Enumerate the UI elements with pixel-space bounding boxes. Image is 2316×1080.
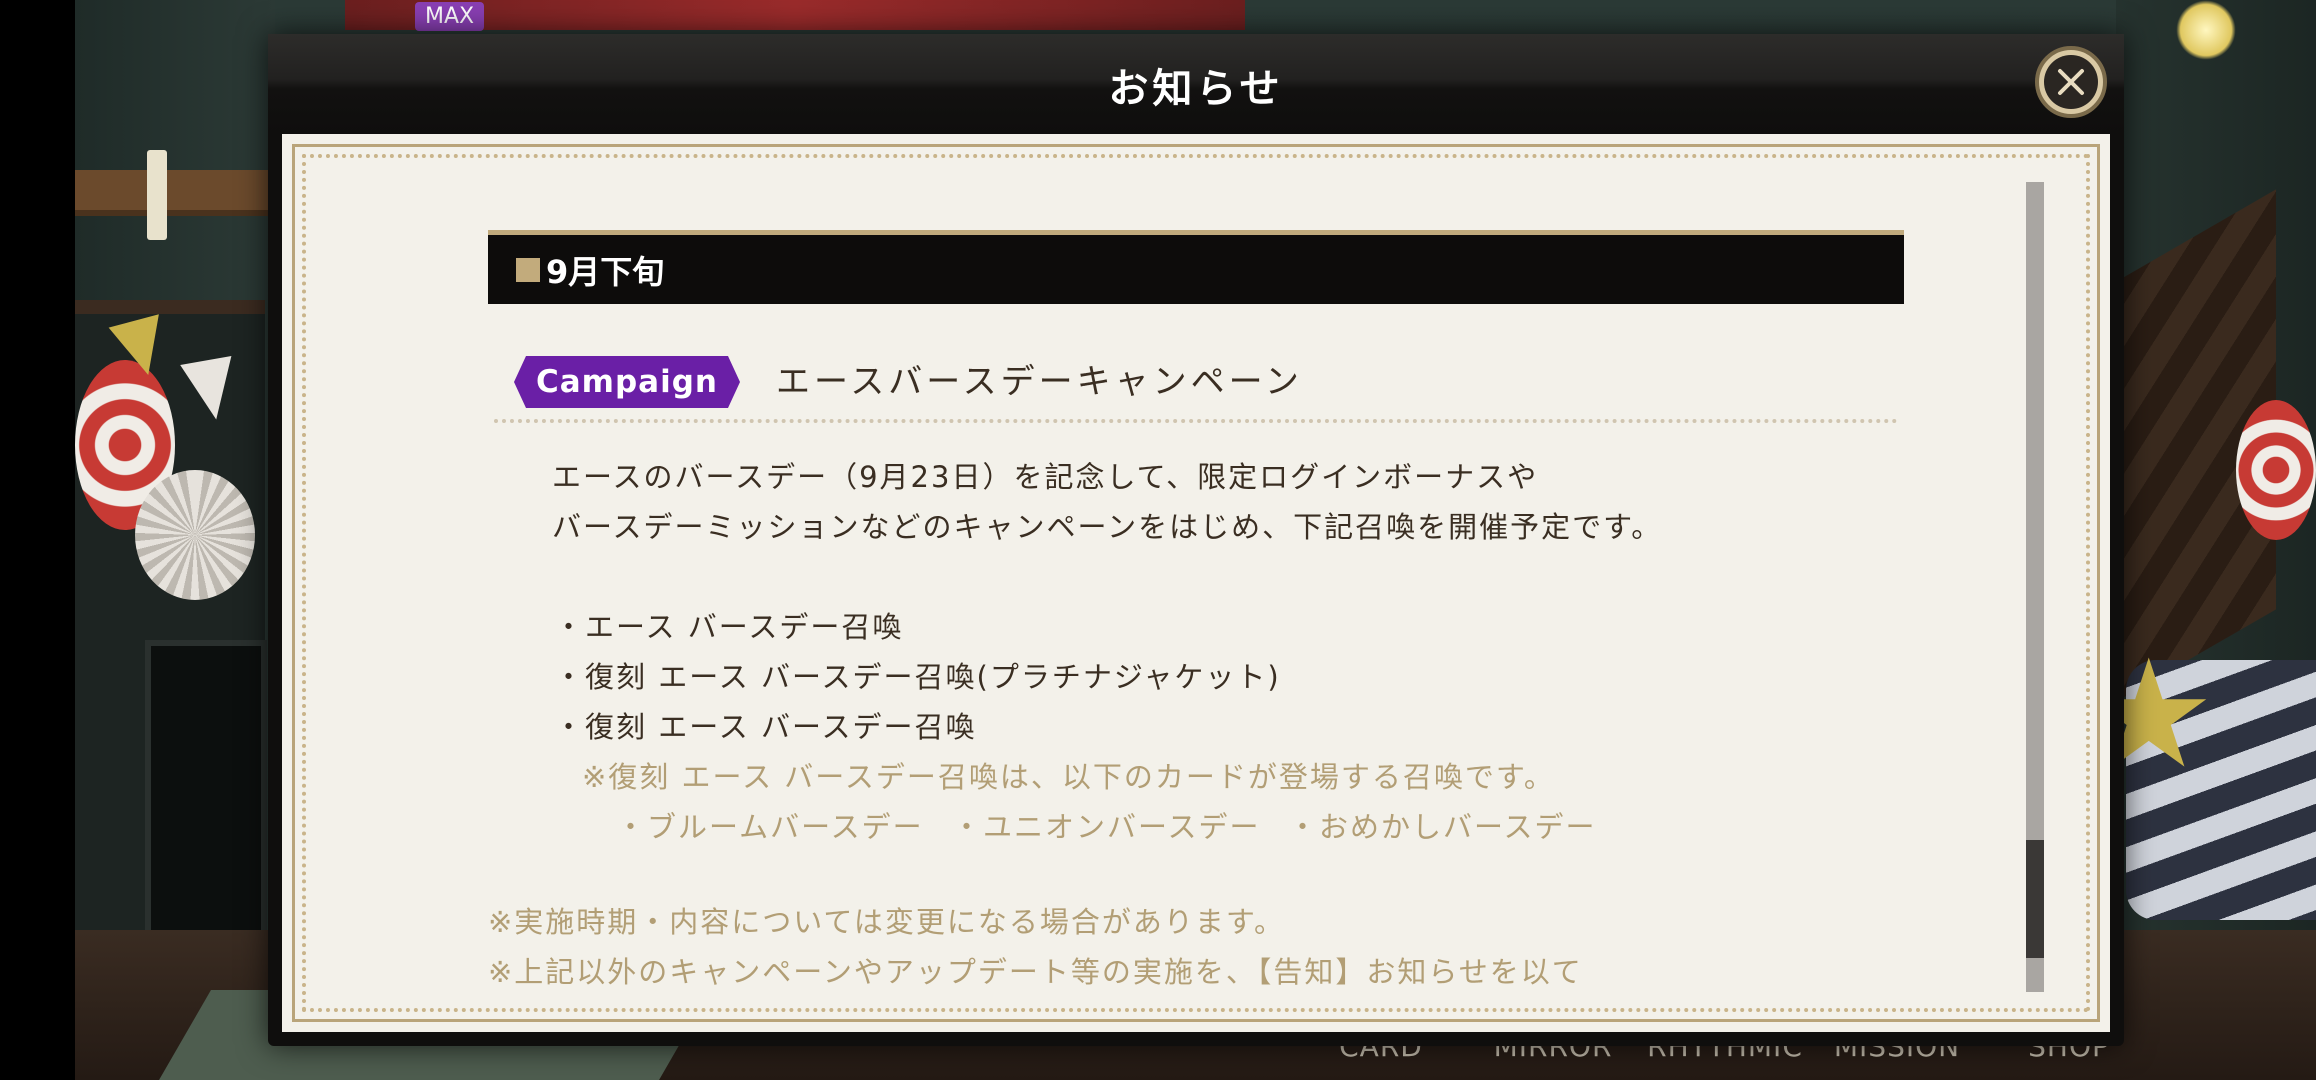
campaign-title: エースバースデーキャンペーン (776, 362, 1303, 402)
close-icon (2044, 55, 2098, 109)
notice-modal: お知らせ 9月下旬 Campaign エースバースデーキャンペーン エースのバー… (268, 34, 2124, 1046)
section-heading: 9月下旬 (546, 252, 665, 291)
wall-lamp (2176, 0, 2236, 60)
campaign-tag: Campaign (514, 356, 740, 408)
section-heading-bar: 9月下旬 (488, 230, 1904, 304)
max-badge: MAX (415, 2, 485, 31)
fireplace-opening (145, 640, 267, 952)
summon-list-item: ・エース バースデー召喚 (554, 610, 904, 644)
paper-fan-decoration (135, 470, 255, 600)
notice-content[interactable]: 9月下旬 Campaign エースバースデーキャンペーン エースのバースデー（9… (282, 134, 2110, 1032)
target-decoration (2236, 400, 2316, 540)
card-list-item: ・ブルームバースデー (616, 810, 924, 844)
footer-note: ※上記以外のキャンペーンやアップデート等の実施を、【告知】お知らせを以て (488, 955, 1583, 989)
card-list-item: ・ユニオンバースデー (952, 810, 1261, 844)
candle (147, 150, 167, 240)
modal-header: お知らせ (268, 34, 2124, 134)
notice-paper: 9月下旬 Campaign エースバースデーキャンペーン エースのバースデー（9… (282, 134, 2110, 1032)
card-list-item: ・おめかしバースデー (1288, 810, 1597, 844)
footer-note: ※実施時期・内容については変更になる場合があります。 (488, 905, 1285, 939)
bunting-flag (180, 355, 242, 425)
mantel-shelf (75, 170, 275, 216)
scrollbar-thumb[interactable] (2026, 840, 2044, 958)
square-bullet-icon (516, 257, 540, 282)
modal-title: お知らせ (1108, 66, 1284, 112)
summon-list-item: ・復刻 エース バースデー召喚(プラチナジャケット) (554, 660, 1281, 694)
body-text-line: エースのバースデー（9月23日）を記念して、限定ログインボーナスや (552, 460, 1539, 494)
rerun-note: ※復刻 エース バースデー召喚は、以下のカードが登場する召喚です。 (582, 760, 1555, 794)
summon-list-item: ・復刻 エース バースデー召喚 (554, 710, 977, 744)
body-text-line: バースデーミッションなどのキャンペーンをはじめ、下記召喚を開催予定です。 (552, 510, 1663, 544)
close-button[interactable] (2035, 46, 2107, 118)
title-divider (494, 419, 1898, 423)
scrollbar[interactable] (2026, 182, 2044, 992)
